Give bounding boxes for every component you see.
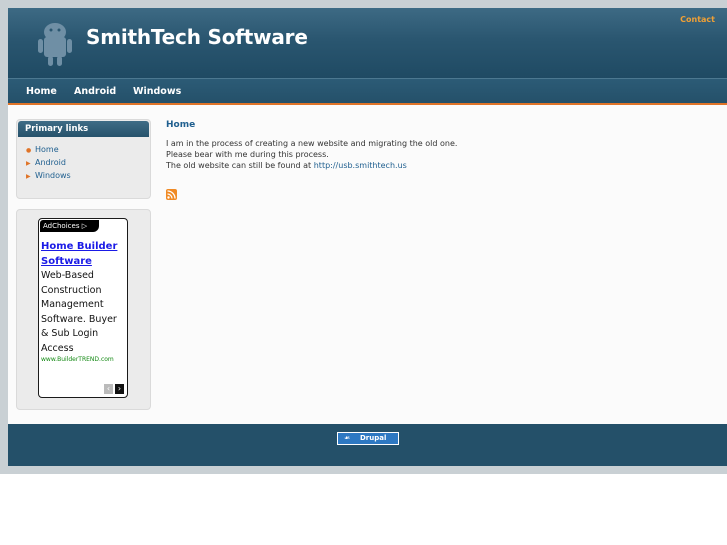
content-line-2: Please bear with me during this process. — [166, 150, 329, 159]
old-website-link[interactable]: http://usb.smithtech.us — [314, 161, 407, 170]
nav-item-home[interactable]: Home — [26, 86, 57, 97]
primary-links-block: Primary links ● Home ▶ Android ▶ Windows — [16, 119, 151, 199]
android-logo-icon[interactable] — [36, 18, 74, 68]
sidebar-item-android[interactable]: Android — [35, 158, 66, 167]
chevron-left-icon[interactable]: ‹ — [104, 384, 113, 394]
site-name[interactable]: SmithTech Software — [86, 25, 308, 49]
adchoices-label: AdChoices — [43, 222, 80, 230]
contact-link[interactable]: Contact — [680, 15, 715, 24]
page-frame: SmithTech Software Contact Home Android … — [0, 0, 727, 474]
nav-item-android[interactable]: Android — [74, 86, 116, 97]
chevron-right-icon[interactable]: › — [115, 384, 124, 394]
primary-links-title: Primary links — [18, 121, 149, 137]
site-header: SmithTech Software Contact — [8, 8, 727, 78]
drupal-badge-label: Drupal — [360, 434, 387, 442]
drupal-logo-icon[interactable]: ☙ Drupal — [337, 432, 399, 445]
ad-unit[interactable]: AdChoices ▷ Home Builder Software Web-Ba… — [38, 218, 128, 398]
content-title[interactable]: Home — [166, 120, 195, 130]
site-footer: ☙ Drupal — [8, 424, 727, 466]
triangle-right-icon: ▶ — [26, 160, 31, 167]
page-container: SmithTech Software Contact Home Android … — [8, 8, 727, 466]
drupal-drop-icon: ☙ — [343, 434, 351, 442]
main-nav: Home Android Windows — [8, 78, 727, 104]
ad-url[interactable]: www.BuilderTREND.com — [41, 356, 114, 363]
adchoices-icon[interactable]: AdChoices ▷ — [40, 220, 100, 232]
nav-item-windows[interactable]: Windows — [133, 86, 181, 97]
sidebar-item-home[interactable]: Home — [35, 145, 59, 154]
triangle-right-icon: ▶ — [26, 173, 31, 180]
ad-block: AdChoices ▷ Home Builder Software Web-Ba… — [16, 209, 151, 410]
content-line-3: The old website can still be found at ht… — [166, 161, 407, 170]
content-line-3-prefix: The old website can still be found at — [166, 161, 314, 170]
bullet-icon: ● — [26, 147, 32, 154]
ad-body-text[interactable]: Web-Based Construction Management Softwa… — [41, 269, 127, 356]
content-line-1: I am in the process of creating a new we… — [166, 139, 458, 148]
ad-headline-link[interactable]: Home Builder Software — [41, 239, 127, 269]
rss-feed-icon[interactable] — [166, 189, 177, 200]
sidebar-item-windows[interactable]: Windows — [35, 171, 71, 180]
nav-accent-bar — [8, 103, 727, 105]
